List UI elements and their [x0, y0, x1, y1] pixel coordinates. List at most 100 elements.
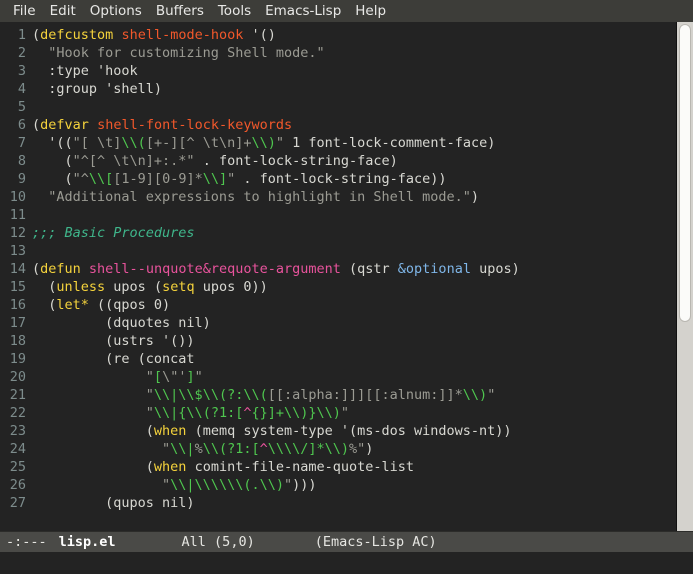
code-line[interactable]: 1 (defcustom shell-mode-hook '() [0, 26, 676, 44]
line-text: "Additional expressions to highlight in … [32, 188, 479, 206]
code-token: ) [365, 441, 374, 457]
code-token: \\[ [88, 171, 114, 187]
code-line[interactable]: 26 "\\|\\\\\\(.\\)"))) [0, 476, 676, 494]
line-number: 10 [9, 189, 26, 205]
code-line[interactable]: 3 :type 'hook [0, 62, 676, 80]
code-token: \\) [251, 135, 276, 151]
line-text: '(("[ \t]\\([+-][^ \t\n]+\\)" 1 font-loc… [32, 134, 495, 152]
code-line[interactable]: 9 ("^\\[[1-9][0-9]*\\]" . font-lock-stri… [0, 170, 676, 188]
code-line[interactable]: 21 "\\|\\$\\(?:\\([[:alpha:]]][[:alnum:]… [0, 386, 676, 404]
code-line[interactable]: 19 (re (concat [0, 350, 676, 368]
echo-area [0, 552, 693, 574]
line-number: 19 [9, 351, 26, 367]
code-token: " [32, 369, 154, 385]
code-token: " [283, 477, 293, 493]
code-token: " [194, 369, 203, 385]
code-line[interactable]: 20 "[\"']" [0, 368, 676, 386]
code-token: ( [32, 261, 41, 277]
code-token: . font-lock-string-face) [194, 153, 398, 169]
code-line[interactable]: 10 "Additional expressions to highlight … [0, 188, 676, 206]
code-token: :group 'shell) [32, 81, 163, 97]
code-token: "^[^ \t\n]+:.*" [72, 153, 195, 169]
code-token: "[ \t] [72, 135, 122, 151]
line-text: "[\"']" [32, 368, 203, 386]
line-text: "\\|{\\(?1:[^{}]+\\)}\\)" [32, 404, 349, 422]
line-number: 22 [9, 405, 26, 421]
code-line[interactable]: 22 "\\|{\\(?1:[^{}]+\\)}\\)" [0, 404, 676, 422]
line-number: 9 [17, 171, 26, 187]
line-number: 2 [17, 45, 26, 61]
code-token: when [153, 459, 187, 475]
menu-item-help[interactable]: Help [348, 0, 393, 22]
code-token: \\\\/]*\\) [267, 441, 350, 457]
code-buffer[interactable]: 1 (defcustom shell-mode-hook '() 2 "Hook f… [0, 22, 676, 531]
vertical-scrollbar[interactable] [676, 22, 693, 531]
scrollbar-thumb[interactable] [679, 24, 691, 322]
code-token: "Hook for customizing Shell mode." [32, 45, 325, 61]
code-line[interactable]: 27 (qupos nil) [0, 494, 676, 512]
menu-item-options[interactable]: Options [83, 0, 149, 22]
code-line[interactable]: 11 [0, 206, 676, 224]
code-line[interactable]: 6 (defvar shell-font-lock-keywords [0, 116, 676, 134]
menu-item-tools[interactable]: Tools [211, 0, 258, 22]
code-token: [1-9][0-9]* [113, 171, 203, 187]
menu-item-buffers[interactable]: Buffers [149, 0, 211, 22]
code-line[interactable]: 24 "\\|%\\(?1:[^\\\\/]*\\)%") [0, 440, 676, 458]
line-text: (defun shell--unquote&requote-argument (… [32, 260, 520, 278]
code-token: ^ [259, 441, 268, 457]
code-line[interactable]: 14 (defun shell--unquote&requote-argument… [0, 260, 676, 278]
code-token: ) [470, 189, 480, 205]
code-token: " [32, 477, 171, 493]
code-token: \\] [202, 171, 228, 187]
code-token: %" [349, 441, 366, 457]
code-line[interactable]: 25 (when comint-file-name-quote-list [0, 458, 676, 476]
code-line[interactable]: 18 (ustrs '()) [0, 332, 676, 350]
code-token: ( [32, 279, 57, 295]
line-text: ;;; Basic Procedures [32, 224, 195, 242]
line-number: 1 [17, 27, 26, 43]
line-number: 16 [9, 297, 26, 313]
line-number: 25 [9, 459, 26, 475]
code-token: (memq system-type '(ms-dos windows-nt)) [186, 423, 512, 439]
code-token: :type 'hook [32, 63, 138, 79]
menu-item-file[interactable]: File [6, 0, 43, 22]
line-number: 8 [17, 153, 26, 169]
code-line[interactable]: 12 ;;; Basic Procedures [0, 224, 676, 242]
code-line[interactable]: 5 [0, 98, 676, 116]
code-token: [[:alpha:]]][[:alnum:]]* [267, 387, 463, 403]
code-line[interactable]: 23 (when (memq system-type '(ms-dos wind… [0, 422, 676, 440]
line-text: (when (memq system-type '(ms-dos windows… [32, 422, 512, 440]
line-text: "\\|%\\(?1:[^\\\\/]*\\)%") [32, 440, 373, 458]
line-number: 18 [9, 333, 26, 349]
menu-item-emacs-lisp[interactable]: Emacs-Lisp [258, 0, 348, 22]
code-token: ] [186, 369, 195, 385]
code-token: " [32, 405, 154, 421]
mode-line-buffer-name[interactable]: lisp.el [47, 534, 116, 550]
line-number: 23 [9, 423, 26, 439]
code-line[interactable]: 2 "Hook for customizing Shell mode." [0, 44, 676, 62]
line-text: (re (concat [32, 350, 194, 368]
line-number: 17 [9, 315, 26, 331]
code-token: \\|\\$\\(?:\\( [153, 387, 268, 403]
code-token: " [487, 387, 496, 403]
code-line[interactable]: 17 (dquotes nil) [0, 314, 676, 332]
code-token: ( [32, 459, 154, 475]
code-line[interactable]: 15 (unless upos (setq upos 0)) [0, 278, 676, 296]
code-line[interactable]: 4 :group 'shell) [0, 80, 676, 98]
menu-item-edit[interactable]: Edit [43, 0, 83, 22]
mode-line-modes[interactable]: (Emacs-Lisp AC) [255, 534, 437, 550]
code-token: ( [32, 153, 73, 169]
code-line[interactable]: 13 [0, 242, 676, 260]
line-number: 6 [17, 117, 26, 133]
code-token: '() [243, 27, 276, 43]
code-token: (qupos nil) [32, 495, 195, 511]
code-token: (ustrs '()) [32, 333, 195, 349]
code-line[interactable]: 16 (let* ((qpos 0) [0, 296, 676, 314]
code-token: % [194, 441, 203, 457]
line-text: (unless upos (setq upos 0)) [32, 278, 268, 296]
code-line[interactable]: 7 '(("[ \t]\\([+-][^ \t\n]+\\)" 1 font-l… [0, 134, 676, 152]
line-text: (dquotes nil) [32, 314, 211, 332]
code-line[interactable]: 8 ("^[^ \t\n]+:.*" . font-lock-string-fa… [0, 152, 676, 170]
